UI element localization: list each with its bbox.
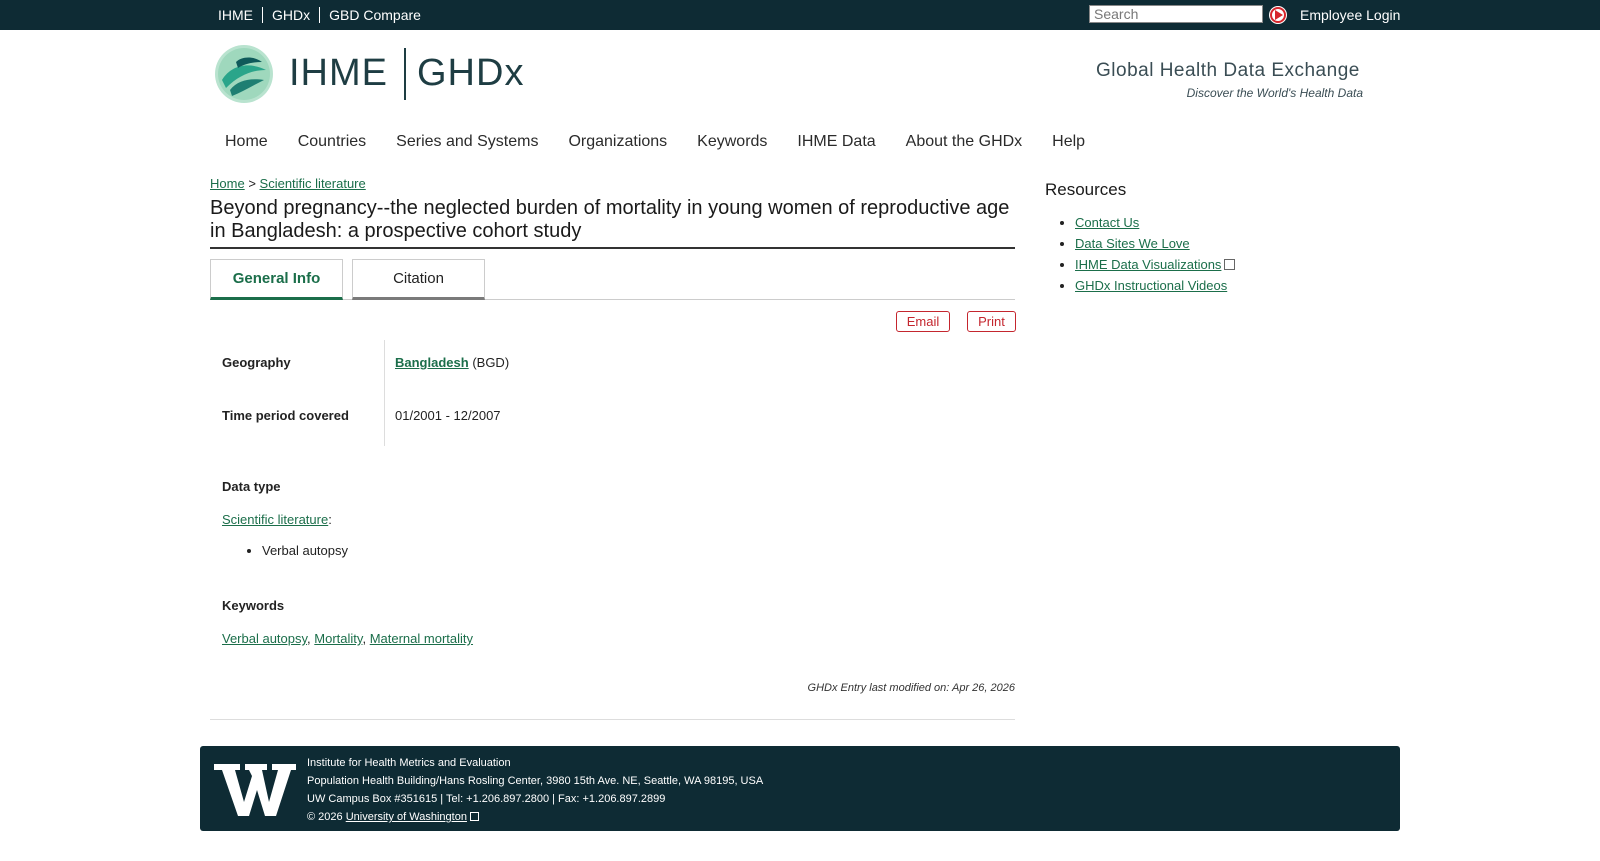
uw-logo-icon[interactable] [214,762,296,818]
keywords-label: Keywords [222,598,285,613]
top-nav: IHME GHDx GBD Compare [218,0,421,30]
details-divider [384,340,385,446]
geography-label: Geography [222,355,291,370]
email-button[interactable]: Email [896,311,950,332]
breadcrumb-current[interactable]: Scientific literature [260,176,366,191]
geography-code: (BGD) [472,355,510,370]
brand-ihme[interactable]: IHME [289,52,388,95]
footer-contact: UW Campus Box #351615 | Tel: +1.206.897.… [307,793,666,805]
keyword-link[interactable]: Verbal autopsy [222,631,307,646]
list-item: GHDx Instructional Videos [1075,275,1235,296]
data-type-link[interactable]: Scientific literature [222,512,328,527]
footer-text: Institute for Health Metrics and Evaluat… [307,754,763,826]
time-period-label: Time period covered [222,408,349,423]
nav-home[interactable]: Home [225,133,268,151]
external-link-icon [1224,259,1236,270]
nav-keywords[interactable]: Keywords [697,133,767,151]
resource-data-sites[interactable]: Data Sites We Love [1075,236,1190,251]
breadcrumb-separator: > [248,176,256,191]
nav-series-and-systems[interactable]: Series and Systems [396,133,538,151]
data-type-colon: : [328,512,332,527]
search-submit-ring [1270,7,1286,23]
list-item: Data Sites We Love [1075,233,1235,254]
data-type-label: Data type [222,479,281,494]
external-link-icon [469,812,479,821]
ihme-logo-icon[interactable] [214,44,274,104]
resources-title: Resources [1045,180,1127,199]
top-nav-divider [262,7,263,23]
top-link-gbd-compare[interactable]: GBD Compare [329,7,421,23]
breadcrumb: Home > Scientific literature [210,176,366,191]
top-link-ihme[interactable]: IHME [218,7,253,23]
keyword-separator: , [362,631,367,646]
site-tagline: Global Health Data Exchange [1096,60,1360,81]
list-item: Contact Us [1075,212,1235,233]
geography-value: Bangladesh (BGD) [395,355,509,370]
footer-copyright: © 2026 [307,811,343,823]
keyword-link[interactable]: Mortality [314,631,362,646]
brand-ghdx[interactable]: GHDx [417,52,524,95]
tab-citation[interactable]: Citation [352,259,485,300]
search-submit-button[interactable] [1269,6,1287,24]
resource-instructional-videos[interactable]: GHDx Instructional Videos [1075,278,1227,293]
footer-address: Population Health Building/Hans Rosling … [307,775,764,787]
nav-organizations[interactable]: Organizations [568,133,667,151]
top-nav-divider [319,7,321,23]
resource-contact-us[interactable]: Contact Us [1075,215,1139,230]
keyword-separator: , [307,631,311,646]
footer-copyright-row: © 2026 University of Washington [307,808,763,826]
nav-help[interactable]: Help [1052,133,1085,151]
nav-ihme-data[interactable]: IHME Data [797,133,875,151]
data-type-value: Scientific literature: [222,512,332,527]
breadcrumb-home[interactable]: Home [210,176,245,191]
site-subtagline: Discover the World's Health Data [1186,86,1363,100]
nav-about-ghdx[interactable]: About the GHDx [906,133,1023,151]
footer-uw-link[interactable]: University of Washington [346,811,467,823]
last-modified-text: GHDx Entry last modified on: Apr 26, 202… [807,682,1015,694]
geography-link[interactable]: Bangladesh [395,355,469,370]
resources-list: Contact Us Data Sites We Love IHME Data … [1055,212,1236,296]
print-button[interactable]: Print [967,311,1016,332]
main-nav: Home Countries Series and Systems Organi… [225,133,1115,151]
search-input[interactable] [1089,5,1263,23]
nav-countries[interactable]: Countries [298,133,366,151]
data-type-list: Verbal autopsy [242,543,348,558]
footer-institute: Institute for Health Metrics and Evaluat… [307,757,511,769]
top-bar: IHME GHDx GBD Compare Employee Login [0,0,1600,30]
list-item: Verbal autopsy [262,543,348,558]
employee-login-link[interactable]: Employee Login [1300,7,1400,23]
top-link-ghdx[interactable]: GHDx [272,7,310,23]
list-item: IHME Data Visualizations [1075,254,1236,275]
content-divider [210,719,1015,720]
keywords-value: Verbal autopsy, Mortality, Maternal mort… [222,631,473,646]
tab-bar: General Info Citation [210,259,1015,300]
footer: Institute for Health Metrics and Evaluat… [200,746,1400,831]
time-period-value: 01/2001 - 12/2007 [395,408,501,423]
tab-general-info[interactable]: General Info [210,259,343,300]
keyword-link[interactable]: Maternal mortality [370,631,473,646]
brand-divider [404,48,406,100]
resource-ihme-visualizations[interactable]: IHME Data Visualizations [1075,257,1221,272]
page-title: Beyond pregnancy--the neglected burden o… [210,197,1015,249]
